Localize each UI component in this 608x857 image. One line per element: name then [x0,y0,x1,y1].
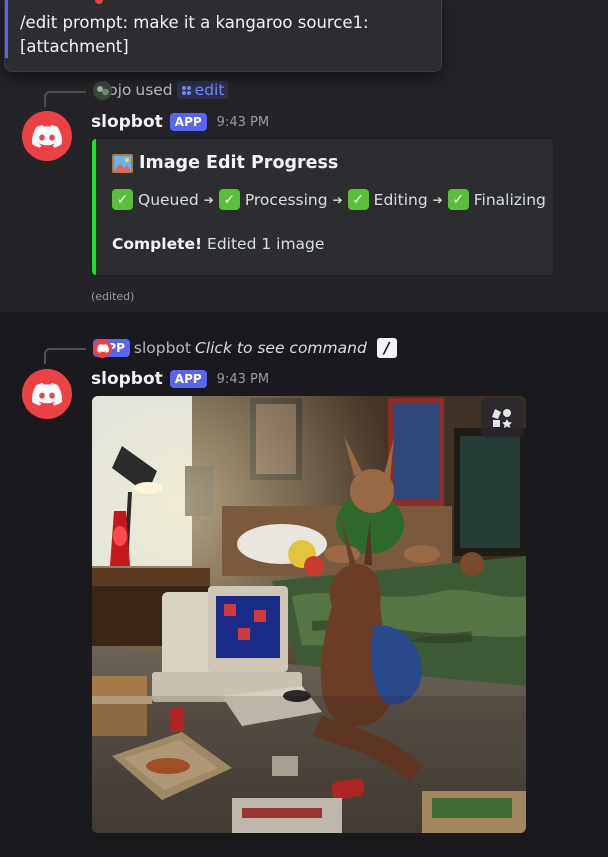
command-link[interactable]: edit [176,81,229,99]
arrow-right-icon: ➔ [332,192,343,207]
reply-context[interactable]: mojo used edit [93,80,229,100]
author-row: slopbot APP 9:43 PM [91,369,269,389]
reply-used-label: used [135,81,173,99]
generated-image[interactable] [92,396,526,833]
discord-logo-icon [96,343,109,353]
progress-steps: ✓ Queued ➔ ✓ Processing ➔ ✓ Editing ➔ ✓ Fina… [112,189,546,210]
edited-marker: (edited) [91,290,135,303]
completion-status: Complete! Edited 1 image [112,235,324,253]
check-mark-icon: ✓ [112,189,133,210]
arrow-right-icon: ➔ [432,192,443,207]
step-finalizing: Finalizing [473,190,546,209]
reply-context[interactable]: APP slopbot Click to see command / [93,338,397,358]
image-illustration [92,396,526,833]
step-processing: Processing [244,190,328,209]
command-name[interactable]: edit [195,81,225,99]
discord-logo-icon [32,124,62,148]
step-editing: Editing [373,190,428,209]
bot-avatar-small[interactable] [93,338,112,358]
author-name[interactable]: slopbot [91,369,163,389]
notification-dot [95,0,103,4]
slash-command-icon: / [376,338,397,358]
apps-icon [492,409,512,428]
embed-accent-bar [92,139,96,275]
timestamp[interactable]: 9:43 PM [217,372,269,387]
command-tooltip: /edit prompt: make it a kangaroo source1… [4,0,442,72]
reply-connector [44,348,86,364]
bot-avatar[interactable] [22,111,72,161]
check-mark-icon: ✓ [218,189,240,210]
progress-embed: Image Edit Progress ✓ Queued ➔ ✓ Processin… [91,138,554,276]
arrow-right-icon: ➔ [203,192,214,207]
author-name[interactable]: slopbot [91,112,163,132]
embed-title: Image Edit Progress [112,153,338,173]
user-avatar[interactable] [93,80,112,100]
author-row: slopbot APP 9:43 PM [91,112,269,132]
embed-title-text: Image Edit Progress [139,153,339,173]
complete-label: Complete! [112,235,203,253]
tooltip-text: /edit prompt: make it a kangaroo source1… [20,13,369,56]
timestamp[interactable]: 9:43 PM [217,115,269,130]
app-command-icon [181,85,191,95]
tooltip-accent [5,0,8,58]
complete-text: Edited 1 image [207,235,325,253]
check-mark-icon: ✓ [347,189,369,210]
framed-picture-icon [112,153,133,173]
reply-username[interactable]: slopbot [134,339,191,357]
app-badge: APP [169,370,207,388]
step-queued: Queued [138,190,199,209]
command-hint[interactable]: Click to see command [195,339,367,357]
app-actions-button[interactable] [481,398,523,438]
app-badge: APP [169,113,207,131]
check-mark-icon: ✓ [447,189,469,210]
bot-avatar[interactable] [22,369,72,419]
reply-connector [44,91,86,107]
discord-logo-icon [32,382,62,406]
